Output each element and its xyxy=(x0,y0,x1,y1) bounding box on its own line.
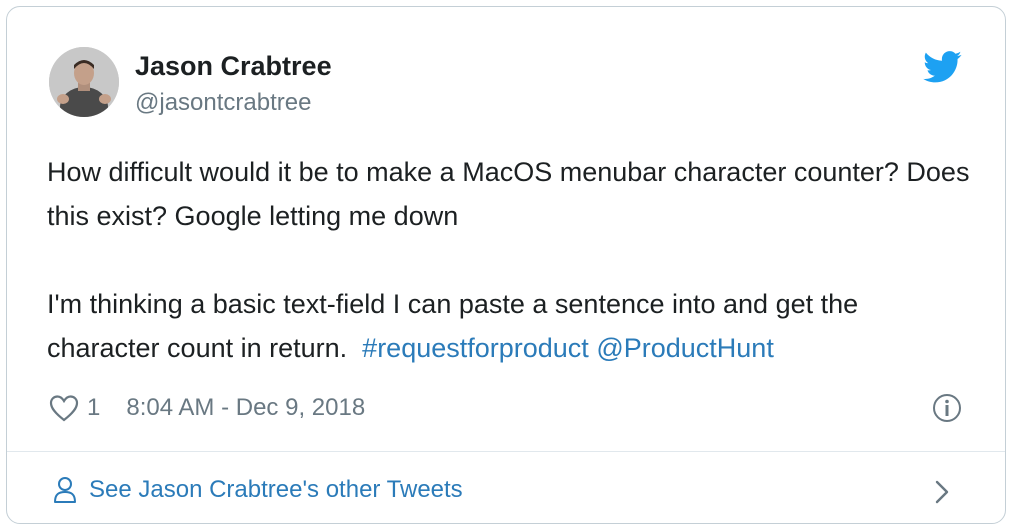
info-icon[interactable] xyxy=(932,393,962,423)
tweet-card: Jason Crabtree @jasontcrabtree How diffi… xyxy=(6,6,1006,524)
other-tweets-link[interactable]: See Jason Crabtree's other Tweets xyxy=(7,452,1005,524)
tweet-text: How difficult would it be to make a MacO… xyxy=(47,150,977,370)
tweet-paragraph-2: I'm thinking a basic text-field I can pa… xyxy=(47,282,977,370)
mention-link[interactable]: @ProductHunt xyxy=(596,333,774,363)
heart-icon[interactable] xyxy=(49,394,79,422)
person-icon xyxy=(54,477,76,503)
tweet-meta: 1 8:04 AM - Dec 9, 2018 xyxy=(49,391,365,425)
avatar[interactable] xyxy=(49,47,119,117)
like-count[interactable]: 1 xyxy=(87,394,100,422)
avatar-photo xyxy=(49,47,119,117)
author-name[interactable]: Jason Crabtree xyxy=(135,49,332,83)
tweet-paragraph-1: How difficult would it be to make a MacO… xyxy=(47,157,970,231)
twitter-bird-icon[interactable] xyxy=(923,51,963,83)
hashtag-link[interactable]: #requestforproduct xyxy=(362,333,589,363)
chevron-right-icon[interactable] xyxy=(933,479,951,505)
author-handle[interactable]: @jasontcrabtree xyxy=(135,87,311,119)
tweet-timestamp[interactable]: 8:04 AM - Dec 9, 2018 xyxy=(126,394,365,422)
other-tweets-label[interactable]: See Jason Crabtree's other Tweets xyxy=(89,474,463,506)
